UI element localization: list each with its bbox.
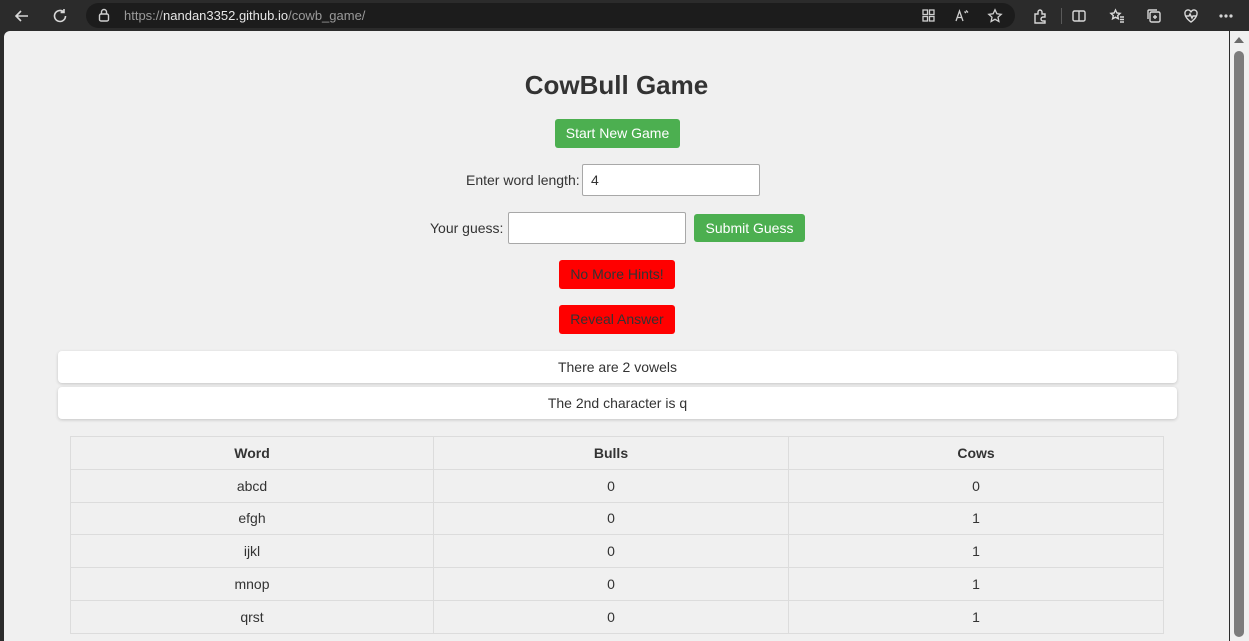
read-aloud-icon[interactable] [953, 7, 970, 24]
table-header-row: Word Bulls Cows [70, 436, 1164, 470]
word-cell: mnop [70, 567, 434, 601]
column-header-cows: Cows [788, 436, 1164, 470]
column-header-word: Word [70, 436, 434, 470]
browser-essentials-icon[interactable] [1181, 6, 1201, 26]
cows-cell: 1 [788, 567, 1164, 601]
cows-cell: 0 [788, 468, 1164, 503]
no-more-hints-button[interactable]: No More Hints! [559, 260, 675, 289]
cows-cell: 1 [788, 599, 1164, 634]
cows-cell: 1 [788, 501, 1164, 536]
word-length-input[interactable] [582, 164, 760, 196]
url-host: nandan3352.github.io [163, 8, 289, 23]
cows-cell: 1 [788, 534, 1164, 569]
word-length-label: Enter word length: [466, 172, 580, 188]
collections-icon[interactable] [1144, 6, 1164, 26]
page-viewport: CowBull Game Start New Game Enter word l… [4, 31, 1229, 641]
bulls-cell: 0 [433, 567, 789, 601]
page-scrollbar[interactable] [1230, 31, 1249, 641]
page-title: CowBull Game [524, 70, 709, 100]
toolbar-divider [1061, 8, 1062, 24]
reveal-answer-button[interactable]: Reveal Answer [559, 305, 675, 334]
split-screen-icon[interactable] [1069, 6, 1089, 26]
guess-history-table: Word Bulls Cows abcd 0 0 efgh 0 1 ijkl 0… [70, 436, 1164, 634]
start-new-game-button[interactable]: Start New Game [555, 119, 680, 148]
scroll-up-arrow-icon[interactable] [1234, 37, 1244, 43]
scrollbar-thumb[interactable] [1234, 51, 1244, 637]
address-bar[interactable]: https://nandan3352.github.io/cowb_game/ [86, 3, 1015, 28]
extensions-icon[interactable] [1030, 6, 1050, 26]
browser-toolbar: https://nandan3352.github.io/cowb_game/ [0, 0, 1249, 31]
submit-guess-button[interactable]: Submit Guess [694, 214, 805, 242]
more-icon[interactable] [1216, 6, 1236, 26]
hint-item: There are 2 vowels [58, 351, 1177, 383]
table-row: ijkl 0 1 [70, 534, 1164, 569]
app-grid-icon[interactable] [920, 7, 937, 24]
bulls-cell: 0 [433, 501, 789, 536]
hint-item: The 2nd character is q [58, 387, 1177, 419]
table-row: qrst 0 1 [70, 599, 1164, 634]
word-cell: efgh [70, 501, 434, 536]
favorites-icon[interactable] [1107, 6, 1127, 26]
bulls-cell: 0 [433, 599, 789, 634]
back-icon[interactable] [11, 5, 33, 27]
bulls-cell: 0 [433, 534, 789, 569]
refresh-icon[interactable] [49, 5, 71, 27]
table-row: mnop 0 1 [70, 567, 1164, 601]
guess-input[interactable] [508, 212, 686, 244]
table-row: abcd 0 0 [70, 468, 1164, 503]
bulls-cell: 0 [433, 468, 789, 503]
word-cell: ijkl [70, 534, 434, 569]
word-cell: qrst [70, 599, 434, 634]
favorite-star-icon[interactable] [986, 7, 1003, 24]
table-row: efgh 0 1 [70, 501, 1164, 536]
lock-info-icon[interactable] [97, 8, 111, 22]
url-prefix: https:// [124, 8, 164, 23]
word-cell: abcd [70, 468, 434, 503]
guess-label: Your guess: [430, 220, 504, 236]
url-text[interactable]: https://nandan3352.github.io/cowb_game/ [124, 8, 365, 23]
url-path: /cowb_game/ [288, 8, 366, 23]
column-header-bulls: Bulls [433, 436, 789, 470]
